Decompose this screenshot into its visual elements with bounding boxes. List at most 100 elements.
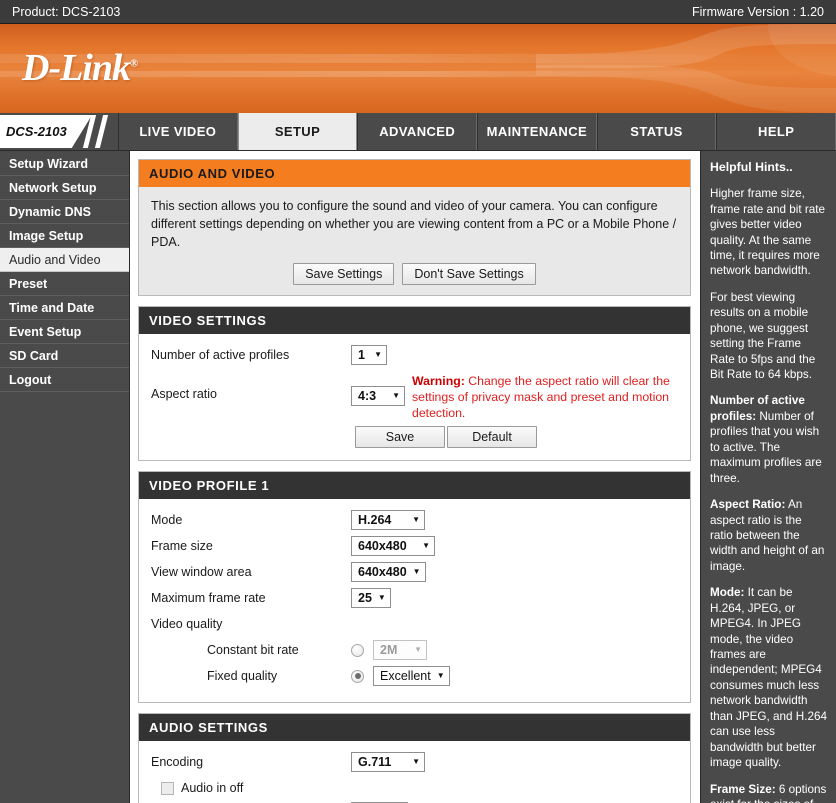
- sidebar-item-logout[interactable]: Logout: [0, 368, 129, 392]
- tab-status[interactable]: STATUS: [596, 113, 717, 150]
- view-window-area-select[interactable]: 640x480 ▼: [351, 562, 426, 583]
- badge-slash-icon-2: [94, 115, 109, 148]
- audio-in-off-label: Audio in off: [181, 781, 244, 796]
- helpful-hints-panel: Helpful Hints.. Higher frame size, frame…: [700, 151, 836, 803]
- audio-and-video-panel: AUDIO AND VIDEO This section allows you …: [138, 159, 691, 297]
- chevron-down-icon: ▼: [377, 593, 386, 603]
- number-of-active-profiles-select[interactable]: 1 ▼: [351, 345, 387, 366]
- sidebar-item-dynamic-dns[interactable]: Dynamic DNS: [0, 200, 129, 224]
- audio-settings-panel: AUDIO SETTINGS Encoding G.711 ▼ Audio in…: [138, 713, 691, 803]
- tab-live-video[interactable]: LIVE VIDEO: [118, 113, 238, 150]
- frame-size-label: Frame size: [151, 539, 213, 554]
- maximum-frame-rate-select[interactable]: 25 ▼: [351, 588, 391, 609]
- hint-term-frame-size: Frame Size:: [710, 782, 776, 796]
- tab-maintenance[interactable]: MAINTENANCE: [477, 113, 597, 150]
- audio-and-video-panel-body: This section allows you to configure the…: [139, 187, 690, 296]
- aspect-ratio-warning: Warning: Change the aspect ratio will cl…: [412, 373, 678, 421]
- row-constant-bit-rate: Constant bit rate 2M ▼: [151, 638, 678, 662]
- frame-size-select[interactable]: 640x480 ▼: [351, 536, 435, 557]
- fixed-quality-control: Excellent ▼: [351, 666, 450, 687]
- row-mode: Mode H.264 ▼: [151, 508, 678, 532]
- video-profile-panel: VIDEO PROFILE 1 Mode H.264 ▼ Frame size …: [138, 471, 691, 704]
- constant-bit-rate-radio[interactable]: [351, 643, 364, 657]
- model-badge: DCS-2103: [0, 113, 118, 150]
- maximum-frame-rate-value: 25: [358, 591, 372, 606]
- constant-bit-rate-select[interactable]: 2M ▼: [373, 640, 427, 661]
- hint-paragraph-3: Number of active profiles: Number of pro…: [710, 393, 827, 486]
- model-badge-label: DCS-2103: [6, 124, 67, 139]
- sidebar-item-network-setup[interactable]: Network Setup: [0, 176, 129, 200]
- encoding-select[interactable]: G.711 ▼: [351, 752, 425, 773]
- fixed-quality-radio[interactable]: [351, 669, 364, 683]
- hint-paragraph-5: Mode: It can be H.264, JPEG, or MPEG4. I…: [710, 585, 827, 770]
- dont-save-settings-button-top[interactable]: Don't Save Settings: [402, 263, 536, 286]
- audio-in-off-checkbox[interactable]: [161, 781, 174, 795]
- top-status-bar: Product: DCS-2103 Firmware Version : 1.2…: [0, 0, 836, 24]
- mode-select[interactable]: H.264 ▼: [351, 510, 425, 531]
- sidebar-item-audio-and-video[interactable]: Audio and Video: [0, 248, 129, 272]
- video-settings-body: Number of active profiles 1 ▼ Aspect rat…: [139, 334, 690, 461]
- sidebar-item-setup-wizard[interactable]: Setup Wizard: [0, 152, 129, 176]
- row-maximum-frame-rate: Maximum frame rate 25 ▼: [151, 586, 678, 610]
- hint-term-mode: Mode:: [710, 586, 745, 600]
- chevron-down-icon: ▼: [414, 645, 422, 655]
- audio-and-video-description: This section allows you to configure the…: [151, 199, 677, 250]
- video-quality-label: Video quality: [151, 617, 223, 632]
- row-view-window-area: View window area 640x480 ▼: [151, 560, 678, 584]
- row-aspect-ratio: Aspect ratio 4:3 ▼ Warning: Change the a…: [151, 373, 678, 421]
- sidebar-item-preset[interactable]: Preset: [0, 272, 129, 296]
- hint-paragraph-4: Aspect Ratio: An aspect ratio is the rat…: [710, 497, 827, 574]
- chevron-down-icon: ▼: [412, 757, 420, 767]
- video-settings-title: VIDEO SETTINGS: [139, 307, 690, 335]
- audio-settings-body: Encoding G.711 ▼ Audio in off Audio in g…: [139, 741, 690, 803]
- audio-settings-title: AUDIO SETTINGS: [139, 714, 690, 742]
- tab-setup[interactable]: SETUP: [237, 113, 358, 150]
- sidebar-item-image-setup[interactable]: Image Setup: [0, 224, 129, 248]
- encoding-label: Encoding: [151, 755, 204, 770]
- registered-mark-icon: ®: [130, 57, 138, 70]
- tab-advanced[interactable]: ADVANCED: [357, 113, 478, 150]
- chevron-down-icon: ▼: [412, 567, 421, 577]
- row-audio-in-off: Audio in off: [151, 776, 678, 800]
- save-settings-button-top[interactable]: Save Settings: [293, 263, 395, 286]
- dlink-logo-text: D-Link: [22, 47, 131, 89]
- row-number-of-active-profiles: Number of active profiles 1 ▼: [151, 343, 678, 367]
- sidebar-item-event-setup[interactable]: Event Setup: [0, 320, 129, 344]
- hint-paragraph-1: Higher frame size, frame rate and bit ra…: [710, 187, 825, 278]
- dlink-logo: D-Link®: [22, 46, 138, 90]
- aspect-ratio-label: Aspect ratio: [151, 387, 218, 402]
- fixed-quality-label: Fixed quality: [207, 669, 278, 684]
- hint-paragraph-6: Frame Size: 6 options exist for the size…: [710, 782, 827, 803]
- aspect-ratio-select[interactable]: 4:3 ▼: [351, 386, 405, 407]
- row-fixed-quality: Fixed quality Excellent ▼: [151, 664, 678, 688]
- video-settings-default-button[interactable]: Default: [447, 426, 537, 449]
- chevron-down-icon: ▼: [392, 391, 400, 401]
- sidebar-item-sd-card[interactable]: SD Card: [0, 344, 129, 368]
- number-of-active-profiles-label: Number of active profiles: [151, 348, 290, 363]
- number-of-active-profiles-value: 1: [358, 348, 365, 363]
- main-navigation-bar: DCS-2103 LIVE VIDEO SETUP ADVANCED MAINT…: [0, 113, 836, 151]
- fixed-quality-select[interactable]: Excellent ▼: [373, 666, 450, 687]
- row-frame-size: Frame size 640x480 ▼: [151, 534, 678, 558]
- number-of-active-profiles-control: 1 ▼: [351, 345, 387, 366]
- encoding-value: G.711: [358, 755, 392, 770]
- chevron-down-icon: ▼: [374, 350, 382, 360]
- chevron-down-icon: ▼: [422, 541, 430, 551]
- sidebar-navigation: Setup Wizard Network Setup Dynamic DNS I…: [0, 151, 130, 803]
- row-encoding: Encoding G.711 ▼: [151, 750, 678, 774]
- view-window-area-label: View window area: [151, 565, 252, 580]
- audio-and-video-panel-title: AUDIO AND VIDEO: [139, 160, 690, 187]
- chevron-down-icon: ▼: [436, 671, 445, 681]
- audio-and-video-actions: Save Settings Don't Save Settings: [151, 263, 678, 286]
- tab-help[interactable]: HELP: [716, 113, 836, 150]
- helpful-hints-title: Helpful Hints..: [710, 160, 793, 174]
- firmware-version-label: Firmware Version : 1.20: [692, 4, 824, 19]
- sidebar-item-time-and-date[interactable]: Time and Date: [0, 296, 129, 320]
- aspect-ratio-warning-prefix: Warning:: [412, 374, 465, 389]
- constant-bit-rate-label: Constant bit rate: [207, 643, 299, 658]
- product-label: Product: DCS-2103: [12, 4, 121, 19]
- brand-banner: D-Link®: [0, 24, 836, 113]
- video-settings-save-button[interactable]: Save: [355, 426, 445, 449]
- fixed-quality-value: Excellent: [380, 669, 431, 684]
- hint-text-mode: It can be H.264, JPEG, or MPEG4. In JPEG…: [710, 586, 827, 770]
